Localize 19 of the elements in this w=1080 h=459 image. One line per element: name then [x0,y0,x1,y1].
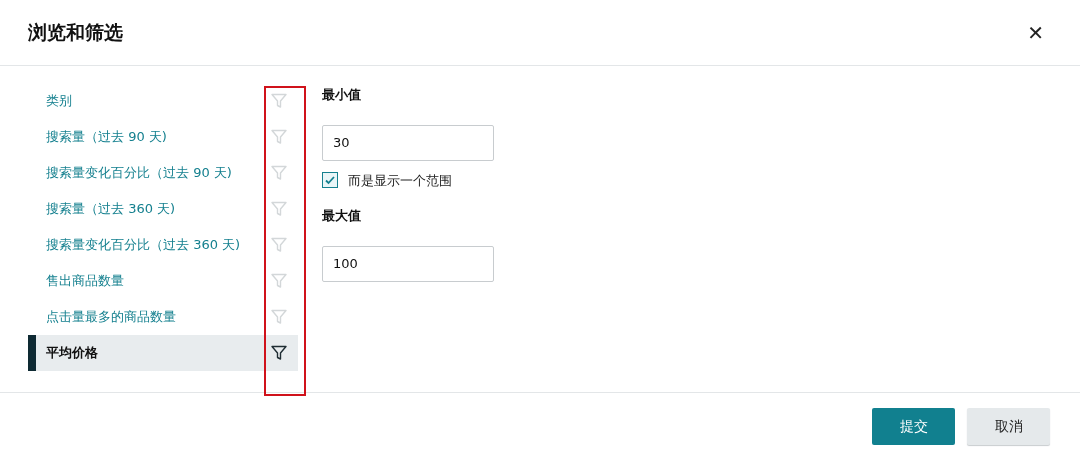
field-item[interactable]: 搜索量（过去 90 天) [28,119,298,155]
range-checkbox[interactable]: 而是显示一个范围 [322,170,494,190]
checkbox[interactable] [322,172,338,189]
field-item[interactable]: 平均价格 [28,335,298,371]
field-item[interactable]: 售出商品数量 [28,263,298,299]
field-item[interactable]: 搜索量（过去 360 天) [28,191,298,227]
field-item[interactable]: 搜索量变化百分比（过去 360 天) [28,227,298,263]
cancel-button[interactable]: 取消 [967,407,1050,445]
field-item[interactable]: 类别 [28,83,298,119]
max-input[interactable]: 100 [322,245,494,282]
check-icon [324,174,336,187]
filter-icon[interactable] [270,344,288,362]
submit-button[interactable]: 提交 [872,407,955,445]
min-input[interactable]: 30 [322,124,494,161]
min-label: 最小值 [322,86,362,104]
dialog-title: 浏览和筛选 [28,20,123,46]
max-label: 最大值 [322,207,362,225]
field-item[interactable]: 搜索量变化百分比（过去 90 天) [28,155,298,191]
field-item[interactable]: 点击量最多的商品数量 [28,299,298,335]
